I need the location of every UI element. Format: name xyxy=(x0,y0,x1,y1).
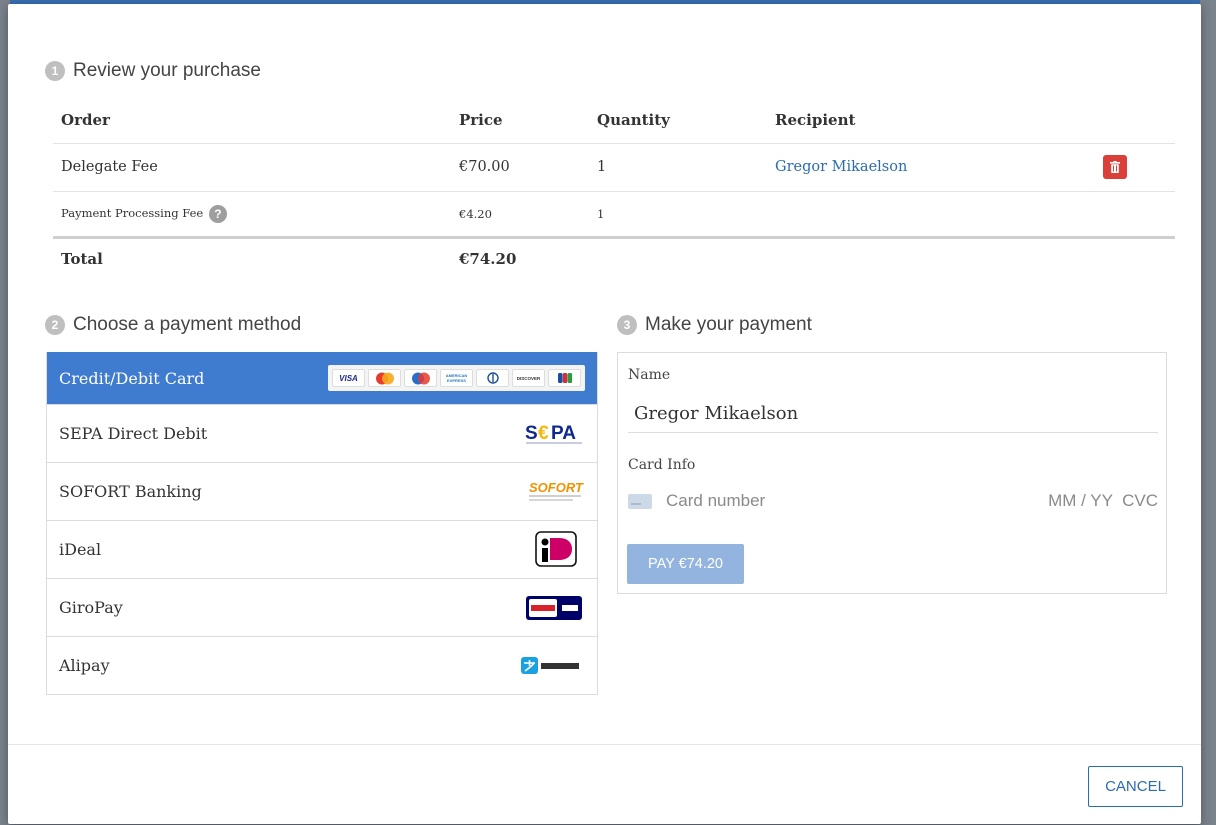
column-header-actions xyxy=(1083,97,1175,144)
total-value: €74.20 xyxy=(451,235,589,279)
method-giropay[interactable]: GiroPay xyxy=(47,578,597,636)
maestro-icon xyxy=(404,369,437,387)
table-header-row: Order Price Quantity Recipient xyxy=(53,97,1175,144)
name-label: Name xyxy=(628,367,671,383)
method-sepa[interactable]: SEPA Direct Debit S € PA xyxy=(47,404,597,462)
table-row: Payment Processing Fee ? €4.20 1 xyxy=(53,191,1175,238)
review-heading: 1 Review your purchase xyxy=(45,60,261,82)
column-header-price: Price xyxy=(451,97,589,144)
diners-club-icon xyxy=(476,369,509,387)
method-label: Alipay xyxy=(59,656,110,675)
method-label: GiroPay xyxy=(59,598,123,617)
order-table: Order Price Quantity Recipient Delegate … xyxy=(53,97,1175,279)
method-alipay[interactable]: Alipay xyxy=(47,636,597,694)
column-header-quantity: Quantity xyxy=(589,97,767,144)
cancel-button[interactable]: CANCEL xyxy=(1088,766,1183,807)
giropay-icon xyxy=(525,595,585,621)
method-card[interactable]: Credit/Debit Card VISA AMERICAN EXPRESS xyxy=(47,352,597,404)
svg-text:PA: PA xyxy=(551,423,576,444)
method-label: Credit/Debit Card xyxy=(59,368,205,388)
payment-method-list: Credit/Debit Card VISA AMERICAN EXPRESS xyxy=(46,352,598,695)
credit-card-icon xyxy=(628,493,652,509)
discover-icon: DISCOVER xyxy=(512,369,545,387)
table-row: Delegate Fee €70.00 1 Gregor Mikaelson xyxy=(53,143,1175,192)
help-icon[interactable]: ? xyxy=(208,204,227,223)
payment-modal: 1 Review your purchase Order Price Quant… xyxy=(8,4,1201,824)
order-price: €4.20 xyxy=(451,191,589,238)
mastercard-icon xyxy=(368,369,401,387)
footer-divider xyxy=(8,744,1201,745)
payment-heading: 3 Make your payment xyxy=(617,314,812,336)
order-name: Delegate Fee xyxy=(53,143,451,192)
card-input[interactable]: Card number MM / YY CVC xyxy=(628,487,1158,515)
card-brand-logos: VISA AMERICAN EXPRESS DISCOVER xyxy=(328,365,585,391)
total-label: Total xyxy=(53,235,451,279)
alipay-icon xyxy=(519,654,585,678)
amex-icon: AMERICAN EXPRESS xyxy=(440,369,473,387)
column-header-recipient: Recipient xyxy=(767,97,1083,144)
ideal-icon xyxy=(533,530,585,570)
step-number-3: 3 xyxy=(617,315,637,335)
payment-form: Name Card Info Card number MM / YY CVC P… xyxy=(617,352,1167,594)
column-header-order: Order xyxy=(53,97,451,144)
sepa-icon: S € PA xyxy=(523,421,585,447)
method-label: SEPA Direct Debit xyxy=(59,424,208,443)
total-row: Total €74.20 xyxy=(53,235,1175,279)
order-quantity: 1 xyxy=(589,191,767,238)
expiry-cvc-placeholder: MM / YY CVC xyxy=(1048,491,1158,510)
order-quantity: 1 xyxy=(589,143,767,192)
order-price: €70.00 xyxy=(451,143,589,192)
card-number-placeholder: Card number xyxy=(666,491,766,510)
methods-heading: 2 Choose a payment method xyxy=(45,314,301,336)
method-label: iDeal xyxy=(59,540,102,559)
step-number-2: 2 xyxy=(45,315,65,335)
background-right xyxy=(1200,0,1216,825)
jcb-icon xyxy=(548,369,581,387)
svg-text:€: € xyxy=(538,423,549,444)
method-ideal[interactable]: iDeal xyxy=(47,520,597,578)
step-number-1: 1 xyxy=(45,61,65,81)
method-label: SOFORT Banking xyxy=(59,482,202,501)
svg-text:SOFORT: SOFORT xyxy=(529,480,584,495)
delete-item-button[interactable] xyxy=(1103,155,1127,179)
sofort-icon: SOFORT xyxy=(523,478,585,506)
methods-title: Choose a payment method xyxy=(73,314,302,335)
trash-icon xyxy=(1110,161,1120,173)
svg-text:S: S xyxy=(525,423,538,444)
order-name: Payment Processing Fee xyxy=(61,205,204,220)
recipient-link[interactable]: Gregor Mikaelson xyxy=(775,159,907,175)
name-input[interactable] xyxy=(628,395,1158,433)
card-info-label: Card Info xyxy=(628,457,696,473)
visa-icon: VISA xyxy=(332,369,365,387)
pay-button[interactable]: PAY €74.20 xyxy=(627,544,744,584)
payment-title: Make your payment xyxy=(645,314,812,335)
method-sofort[interactable]: SOFORT Banking SOFORT xyxy=(47,462,597,520)
order-recipient xyxy=(767,191,1083,238)
review-title: Review your purchase xyxy=(73,60,261,81)
